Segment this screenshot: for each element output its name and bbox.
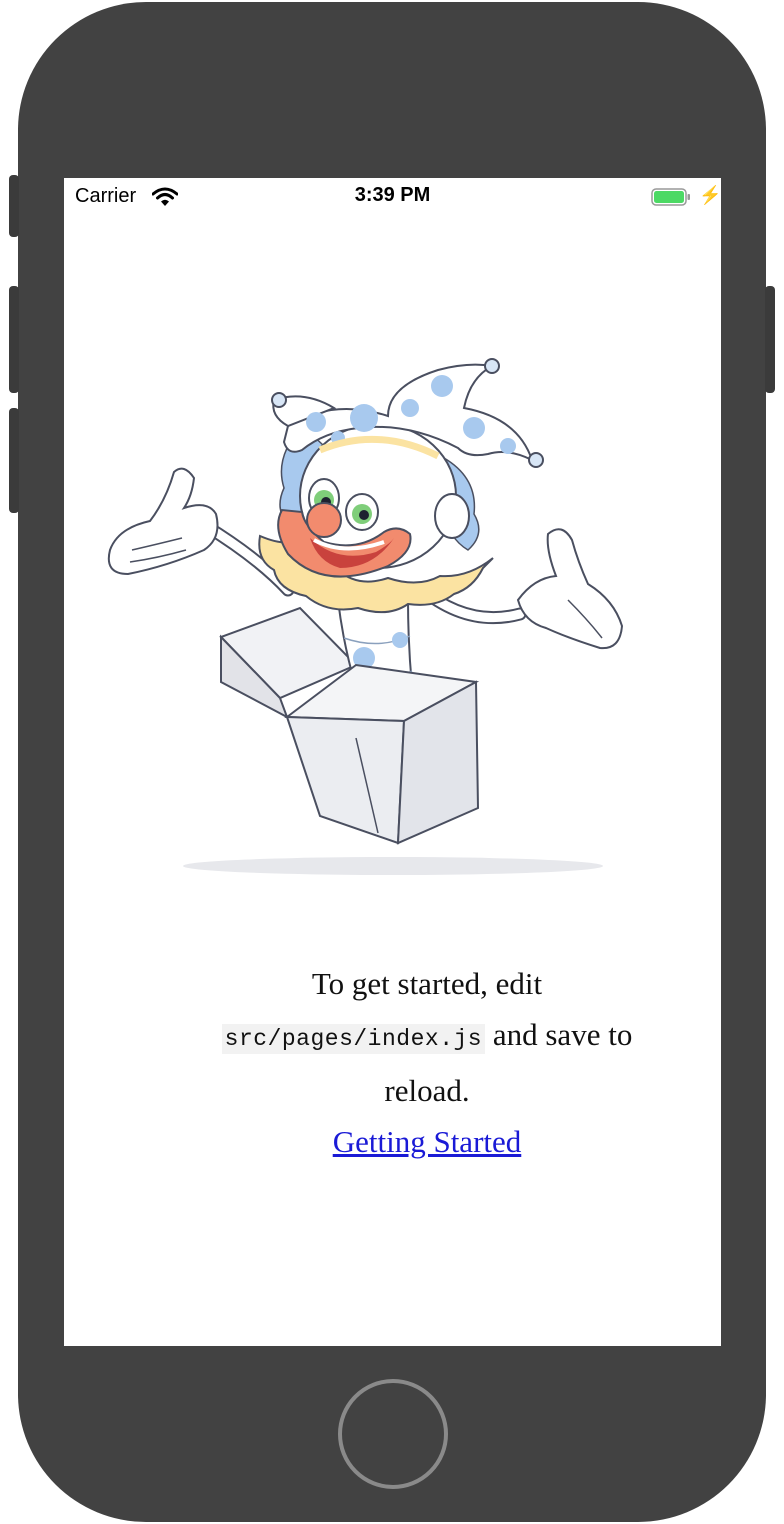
silent-switch <box>9 175 19 237</box>
intro-text: To get started, edit src/pages/index.js … <box>164 958 690 1167</box>
getting-started-link[interactable]: Getting Started <box>333 1124 522 1159</box>
charging-bolt-icon: ⚡ <box>699 185 721 205</box>
device-screen: Carrier 3:39 PM ⚡ To get started, edit s… <box>64 178 721 1346</box>
jester-illustration <box>107 358 624 875</box>
volume-up-button <box>9 286 19 393</box>
intro-line-2: src/pages/index.js and save to <box>164 1009 690 1065</box>
power-button <box>765 286 775 393</box>
intro-line-3: reload. <box>384 1073 470 1108</box>
file-path-code: src/pages/index.js <box>221 1024 486 1054</box>
status-bar: Carrier 3:39 PM ⚡ <box>64 178 721 214</box>
volume-down-button <box>9 408 19 513</box>
intro-line-2-suffix: and save to <box>485 1017 633 1052</box>
intro-line-1: To get started, edit <box>311 966 543 1001</box>
home-button[interactable] <box>338 1379 448 1489</box>
battery-charging-icon <box>651 188 690 206</box>
status-time: 3:39 PM <box>354 184 431 206</box>
